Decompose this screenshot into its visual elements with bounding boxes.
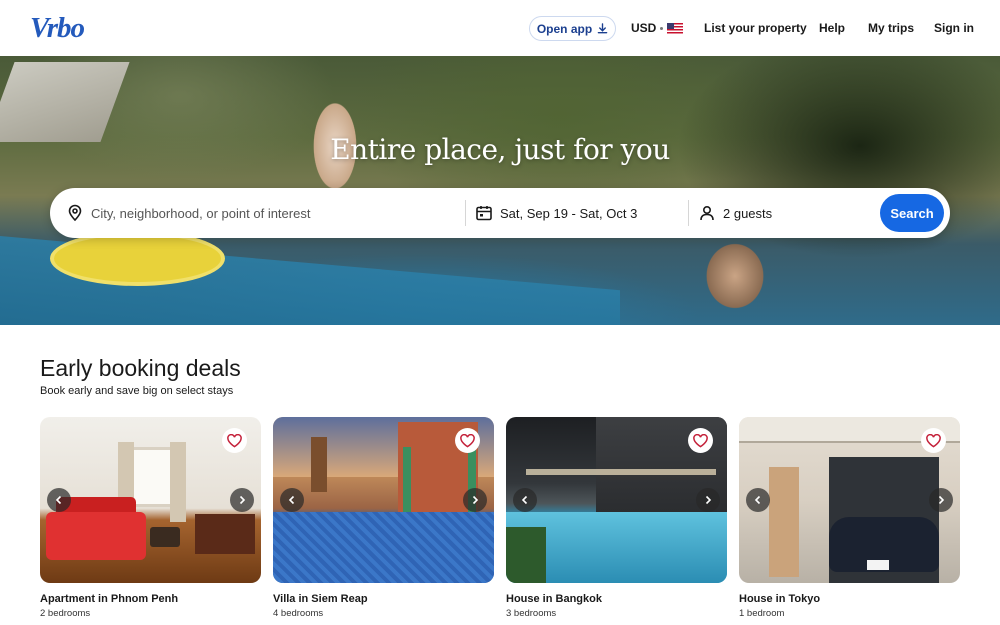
heart-icon: [227, 433, 242, 448]
image-detail: [150, 527, 180, 547]
property-image[interactable]: [506, 417, 727, 583]
property-image[interactable]: [739, 417, 960, 583]
search-bar: City, neighborhood, or point of interest…: [50, 188, 950, 238]
help-link[interactable]: Help: [819, 21, 845, 35]
image-detail: [195, 514, 255, 554]
hero-pool-float: [50, 231, 225, 286]
us-flag-icon: [667, 22, 684, 34]
top-header: Vrbo Open app USD List your property Hel…: [0, 0, 1000, 56]
image-detail: [170, 442, 186, 522]
open-app-label: Open app: [536, 21, 593, 36]
property-bedrooms: 3 bedrooms: [506, 608, 557, 619]
chevron-right-icon: [938, 495, 945, 505]
location-pin-icon: [68, 204, 82, 222]
list-property-link[interactable]: List your property: [704, 21, 807, 35]
favorite-button[interactable]: [455, 428, 480, 453]
next-image-button[interactable]: [230, 488, 254, 512]
my-trips-link[interactable]: My trips: [868, 21, 914, 35]
property-card[interactable]: Apartment in Phnom Penh 2 bedrooms: [40, 417, 261, 619]
image-detail: [506, 527, 546, 583]
property-title[interactable]: House in Bangkok: [506, 593, 727, 605]
next-image-button[interactable]: [463, 488, 487, 512]
search-button[interactable]: Search: [880, 194, 944, 232]
sign-in-link[interactable]: Sign in: [934, 21, 974, 35]
date-range-text: Sat, Sep 19 - Sat, Oct 3: [500, 205, 638, 221]
chevron-right-icon: [705, 495, 712, 505]
chevron-left-icon: [55, 495, 62, 505]
search-divider: [465, 200, 466, 226]
currency-label: USD: [631, 21, 657, 35]
property-title[interactable]: House in Tokyo: [739, 593, 960, 605]
image-detail: [867, 560, 889, 570]
guests-field[interactable]: 2 guests: [698, 188, 858, 238]
property-card[interactable]: House in Bangkok 3 bedrooms: [506, 417, 727, 619]
property-bedrooms: 2 bedrooms: [40, 608, 91, 619]
image-detail: [769, 467, 799, 577]
property-title[interactable]: Villa in Siem Reap: [273, 593, 494, 605]
property-image[interactable]: [273, 417, 494, 583]
person-icon: [700, 205, 714, 221]
heart-icon: [693, 433, 708, 448]
image-detail: [526, 469, 716, 475]
property-image[interactable]: [40, 417, 261, 583]
vrbo-logo[interactable]: Vrbo: [30, 12, 85, 45]
favorite-button[interactable]: [921, 428, 946, 453]
previous-image-button[interactable]: [47, 488, 71, 512]
property-bedrooms: 1 bedroom: [739, 608, 785, 619]
hero-child: [690, 226, 780, 325]
image-detail: [46, 512, 146, 560]
destination-placeholder: City, neighborhood, or point of interest: [91, 205, 311, 221]
next-image-button[interactable]: [929, 488, 953, 512]
previous-image-button[interactable]: [746, 488, 770, 512]
section-title: Early booking deals: [40, 355, 241, 381]
chevron-left-icon: [288, 495, 295, 505]
next-image-button[interactable]: [696, 488, 720, 512]
property-card[interactable]: House in Tokyo 1 bedroom: [739, 417, 960, 619]
currency-selector[interactable]: USD: [631, 21, 684, 35]
chevron-right-icon: [472, 495, 479, 505]
image-detail: [311, 437, 327, 492]
property-title[interactable]: Apartment in Phnom Penh: [40, 593, 261, 605]
chevron-right-icon: [239, 495, 246, 505]
download-icon: [597, 23, 608, 34]
heart-icon: [926, 433, 941, 448]
favorite-button[interactable]: [222, 428, 247, 453]
heart-icon: [460, 433, 475, 448]
hero-title: Entire place, just for you: [330, 133, 670, 166]
chevron-left-icon: [754, 495, 761, 505]
image-detail: [273, 512, 494, 583]
previous-image-button[interactable]: [513, 488, 537, 512]
destination-field[interactable]: City, neighborhood, or point of interest: [66, 188, 461, 238]
calendar-icon: [476, 206, 492, 221]
previous-image-button[interactable]: [280, 488, 304, 512]
open-app-button[interactable]: Open app: [529, 16, 616, 41]
search-divider: [688, 200, 689, 226]
property-bedrooms: 4 bedrooms: [273, 608, 324, 619]
favorite-button[interactable]: [688, 428, 713, 453]
separator-dot: [660, 26, 664, 30]
chevron-left-icon: [521, 495, 528, 505]
date-field[interactable]: Sat, Sep 19 - Sat, Oct 3: [475, 188, 685, 238]
guests-text: 2 guests: [723, 205, 773, 221]
property-card[interactable]: Villa in Siem Reap 4 bedrooms: [273, 417, 494, 619]
section-subtitle: Book early and save big on select stays: [40, 385, 234, 397]
